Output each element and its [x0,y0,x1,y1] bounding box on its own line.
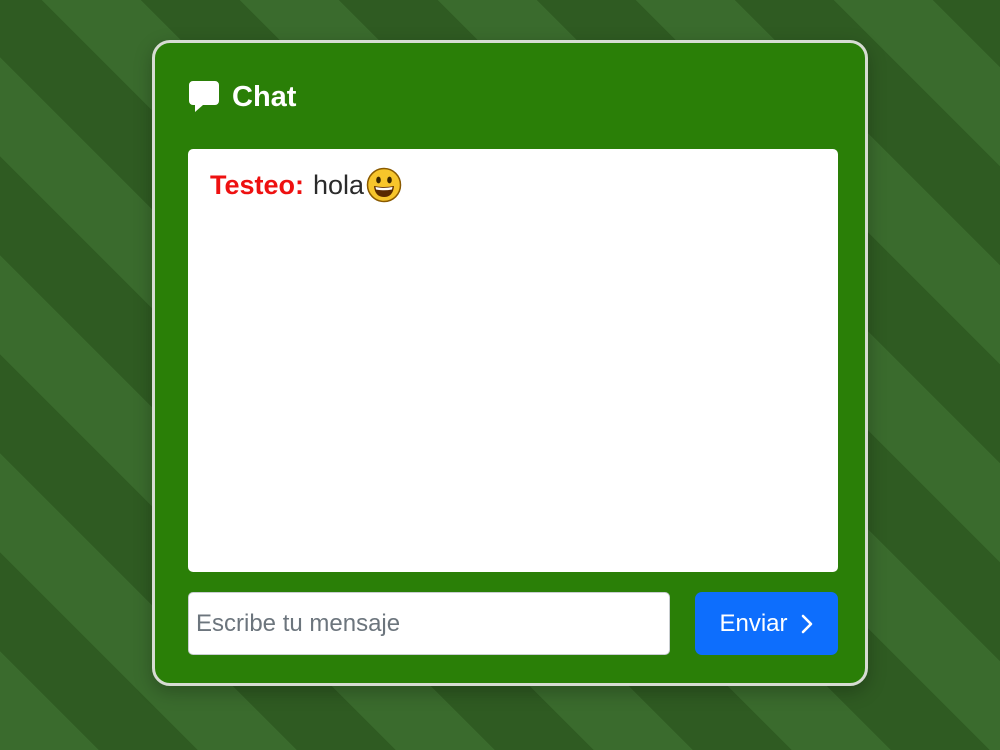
chat-header: Chat [188,79,296,115]
send-button[interactable]: Enviar [695,592,838,655]
message-text: hola [313,170,365,200]
message-author: Testeo: [210,170,305,200]
chat-card: Chat Testeo: hola Enviar [152,40,868,686]
message-input[interactable] [188,592,670,655]
chat-title: Chat [232,81,297,113]
speech-bubble-icon [188,79,220,115]
messages-panel[interactable]: Testeo: hola [188,149,838,572]
grinning-face-emoji-icon [366,167,402,203]
chat-message: Testeo: hola [210,167,816,203]
chevron-right-icon [800,613,814,635]
send-button-label: Enviar [719,609,788,637]
